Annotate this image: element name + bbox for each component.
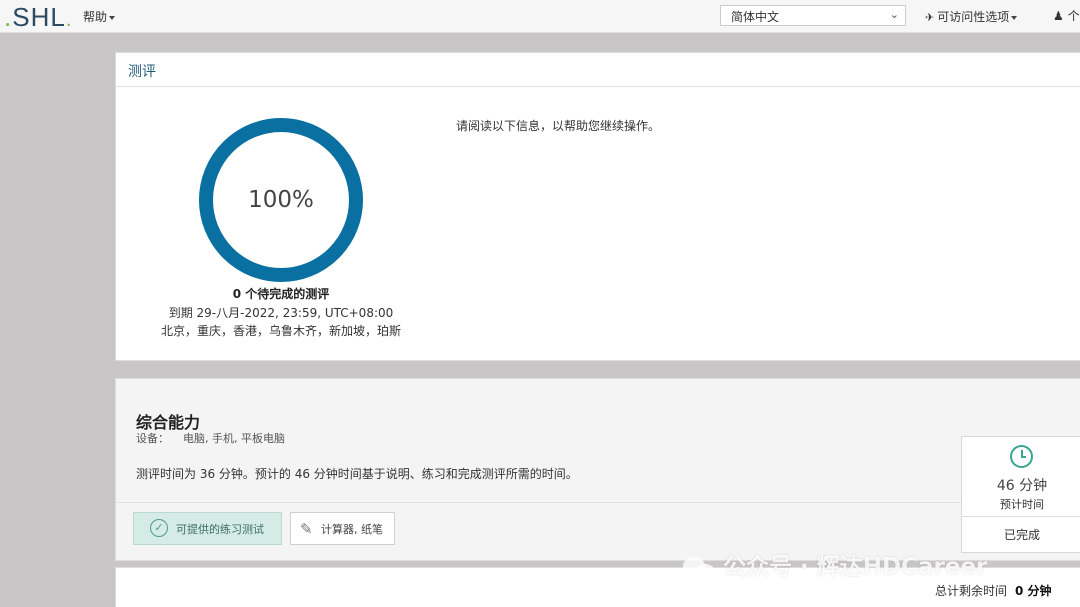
help-menu[interactable]: 帮助 bbox=[83, 8, 116, 25]
divider bbox=[962, 516, 1080, 517]
edit-icon: ✎ bbox=[300, 520, 313, 538]
pending-count: 0 个待完成的测评 bbox=[232, 287, 330, 301]
top-bar: .SHL. 帮助 简体中文 ⌄ ✈ 可访问性选项 ♟ 个 bbox=[0, 0, 1080, 33]
language-select[interactable]: 简体中文 ⌄ bbox=[720, 5, 906, 26]
logo-letters: SHL bbox=[12, 2, 66, 32]
caret-down-icon bbox=[109, 15, 116, 20]
user-icon: ♟ bbox=[1053, 9, 1064, 23]
accessibility-options-menu[interactable]: ✈ 可访问性选项 bbox=[925, 8, 1018, 25]
timezone-cities: 北京，重庆，香港，乌鲁木齐，新加坡，珀斯 bbox=[160, 324, 401, 338]
shl-logo[interactable]: .SHL. bbox=[4, 2, 72, 33]
panel-title: 测评 bbox=[116, 53, 1080, 87]
assessment-overview-panel: 测评 100% 0 个待完成的测评 到期 29-八月-2022, 23:59, … bbox=[115, 52, 1080, 361]
tools-button[interactable]: ✎ 计算器, 纸笔 bbox=[290, 512, 395, 545]
assessment-card: 综合能力 设备： 电脑, 手机, 平板电脑 测评时间为 36 分钟。预计的 46 … bbox=[115, 378, 1080, 561]
check-circle-icon: ✓ bbox=[150, 519, 168, 537]
progress-percent: 100% bbox=[248, 187, 314, 213]
caret-down-icon bbox=[1011, 15, 1018, 20]
user-menu[interactable]: ♟ 个 bbox=[1053, 7, 1080, 24]
wechat-icon bbox=[683, 555, 717, 581]
remaining-time: 总计剩余时间 0 分钟 bbox=[935, 584, 1052, 598]
clock-icon bbox=[1010, 445, 1033, 468]
divider bbox=[116, 502, 966, 503]
due-date: 到期 29-八月-2022, 23:59, UTC+08:00 bbox=[168, 306, 394, 320]
info-message: 请阅读以下信息，以帮助您继续操作。 bbox=[456, 119, 661, 133]
devices-line: 设备： 电脑, 手机, 平板电脑 bbox=[136, 432, 285, 445]
estimated-minutes: 46 分钟 bbox=[996, 478, 1048, 494]
watermark: 公众号 · 辉达HDCareer bbox=[683, 547, 987, 581]
progress-ring: 100% bbox=[196, 115, 366, 285]
duration-text: 测评时间为 36 分钟。预计的 46 分钟时间基于说明、练习和完成测评所需的时间… bbox=[136, 467, 578, 481]
chevron-down-icon: ⌄ bbox=[889, 8, 899, 21]
practice-test-button[interactable]: ✓ 可提供的练习测试 bbox=[133, 512, 282, 545]
estimated-time-label: 预计时间 bbox=[1000, 498, 1044, 511]
low-vision-icon: ✈ bbox=[925, 11, 935, 24]
estimated-time-card: 46 分钟 预计时间 已完成 bbox=[961, 436, 1080, 553]
status-completed[interactable]: 已完成 bbox=[962, 526, 1080, 543]
